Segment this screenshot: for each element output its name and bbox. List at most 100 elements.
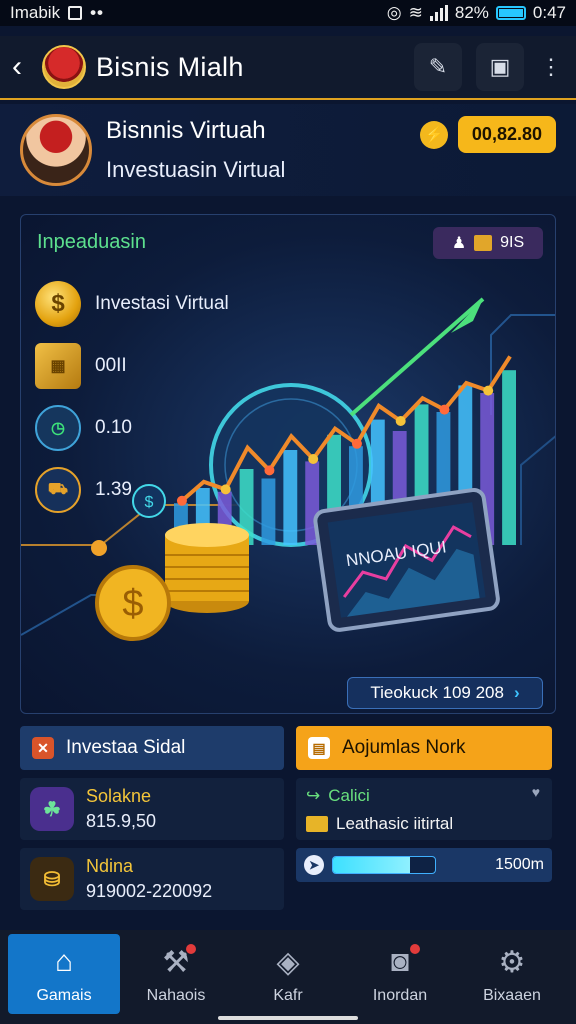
nav-item-camera[interactable]: ◙ Inordan xyxy=(344,934,456,1014)
nav-item-home[interactable]: ⌂ Gamais xyxy=(8,934,120,1014)
status-bar: Imabik •• ◎ ≋ 82% 0:47 xyxy=(0,0,576,26)
battery-percent: 82% xyxy=(454,3,489,22)
mail-icon xyxy=(306,816,328,832)
pin-button[interactable]: ✎ xyxy=(414,43,462,91)
list-item-label: 00II xyxy=(95,355,127,376)
more-notifications-icon: •• xyxy=(90,3,104,22)
wrench-icon: ↪ xyxy=(306,786,321,805)
nav-item-settings[interactable]: ⚙ Bixaaen xyxy=(456,934,568,1014)
list-item-label: 1.39 xyxy=(95,479,132,500)
stat-title: Ndina xyxy=(86,856,134,876)
avatar[interactable] xyxy=(20,114,92,186)
progress-bar xyxy=(332,856,436,874)
balance-badge[interactable]: 00,82.80 xyxy=(457,116,556,153)
chart-point xyxy=(264,465,275,476)
app-title: Bisnis Mialh xyxy=(96,51,244,82)
diamond-icon: ◈ xyxy=(276,945,300,979)
nav-label: Gamais xyxy=(36,987,92,1004)
nav-item-diamond[interactable]: ◈ Kafr xyxy=(232,934,344,1014)
list-item[interactable]: $ Investasi Virtual xyxy=(35,273,229,335)
list-item-label: Investasi Virtual xyxy=(95,293,229,314)
nav-label: Kafr xyxy=(273,987,303,1004)
bottom-navigation: ⌂ Gamais ⚒ Nahaois ◈ Kafr ◙ Inordan ⚙ Bi… xyxy=(0,930,576,1024)
goal-button[interactable]: Tieokuck 109 208 › xyxy=(347,677,543,709)
wifi-icon: ≋ xyxy=(408,3,423,22)
chart-point xyxy=(483,385,494,396)
home-icon: ⌂ xyxy=(54,945,74,978)
overflow-menu-button[interactable]: ⋮ xyxy=(538,43,564,91)
profile-title: Bisnnis Virtuah xyxy=(106,117,266,144)
nav-label: Nahaois xyxy=(146,987,206,1004)
clock-time: 0:47 xyxy=(532,3,566,22)
list-item[interactable]: ◷ 0.10 xyxy=(35,397,229,459)
nav-label: Inordan xyxy=(372,987,428,1004)
dollar-coin-icon: $ xyxy=(95,565,171,641)
list-item-label: 0.10 xyxy=(95,417,132,438)
chart-bar xyxy=(502,370,516,545)
investment-card: $ $ Inpeaduasin ♟ 9IS $ Investasi Virtua… xyxy=(20,214,556,714)
investment-list: $ Investasi Virtual ▦ 00II ◷ 0.10 ⛟ 1.39 xyxy=(35,273,229,521)
camera-button[interactable]: ▣ xyxy=(476,43,524,91)
progress-row: ➤ 1500m xyxy=(296,848,552,882)
list-item[interactable]: ⛟ 1.39 xyxy=(35,459,229,521)
coin-stack-icon xyxy=(165,523,249,613)
profile-subtitle: Investuasin Virtual xyxy=(106,157,286,182)
signal-icon xyxy=(429,5,448,21)
back-arrow-icon[interactable]: ‹ xyxy=(12,50,36,84)
chart-bar xyxy=(283,450,298,545)
stat-row-ndina[interactable]: ⛁ Ndina 919002-220092 xyxy=(20,848,284,910)
stat-title: Solakne xyxy=(86,786,152,806)
gold-coins-icon: ⛁ xyxy=(30,857,74,901)
rocket-icon: ➤ xyxy=(304,855,324,875)
notification-dot xyxy=(186,944,196,954)
card-badge[interactable]: ♟ 9IS xyxy=(433,227,543,259)
person-icon: ♟ xyxy=(451,235,467,252)
document-icon: ▤ xyxy=(308,737,330,759)
home-indicator[interactable] xyxy=(218,1016,358,1020)
pin-icon: ✎ xyxy=(428,54,448,79)
total-panel-header[interactable]: ▤ Aojumlas Nork xyxy=(296,726,552,770)
list-item[interactable]: ▦ 00II xyxy=(35,335,229,397)
panel-title: Investaa Sidal xyxy=(66,737,186,758)
gear-icon: ⚙ xyxy=(498,945,526,979)
alarm-icon: ◎ xyxy=(386,3,402,22)
chart-point xyxy=(351,438,362,449)
tablet-chart-icon xyxy=(313,487,500,632)
notification-icon xyxy=(68,6,83,20)
chevron-right-icon: › xyxy=(513,683,520,702)
chart-point xyxy=(308,454,319,464)
nav-item-hammer[interactable]: ⚒ Nahaois xyxy=(120,934,232,1014)
stat-value: 815.9,50 xyxy=(86,811,157,831)
chart-point xyxy=(439,404,450,415)
info-card[interactable]: ↪ Calici Leathasic iitirtal ♥ xyxy=(296,778,552,840)
app-bar: ‹ Bisnis Mialh ✎ ▣ ⋮ xyxy=(0,36,576,100)
investment-summary-header[interactable]: ✕ Investaa Sidal xyxy=(20,726,284,770)
progress-fill xyxy=(333,857,410,873)
investment-summary-panel: ✕ Investaa Sidal ☘ Solakne 815.9,50 ⛁ Nd… xyxy=(20,726,284,910)
nav-label: Bixaaen xyxy=(483,987,541,1004)
svg-text:$: $ xyxy=(122,583,143,625)
info-line-2: Leathasic iitirtal xyxy=(336,814,454,833)
stat-row-balance[interactable]: ☘ Solakne 815.9,50 xyxy=(20,778,284,840)
bolt-icon[interactable]: ⚡ xyxy=(419,120,448,149)
chart-bar xyxy=(261,478,276,545)
camera-icon: ▣ xyxy=(489,54,511,79)
clock-icon: ◷ xyxy=(35,405,81,451)
carrier-label: Imabik xyxy=(10,3,61,22)
card-badge-label: 9IS xyxy=(500,234,525,251)
profile-header: Bisnnis Virtuah Investuasin Virtual ⚡ 00… xyxy=(0,104,576,196)
crate-icon: ▦ xyxy=(35,343,81,389)
more-vertical-icon: ⋮ xyxy=(540,54,562,79)
notification-dot xyxy=(410,944,420,954)
info-line-1: Calici xyxy=(328,786,370,805)
box-icon xyxy=(474,235,493,251)
flag-icon: ✕ xyxy=(32,737,54,759)
goal-label: Tieokuck 109 208 xyxy=(370,683,504,702)
money-tree-icon: ☘ xyxy=(30,787,74,831)
progress-value: 1500m xyxy=(495,856,544,873)
panel-title: Aojumlas Nork xyxy=(342,737,466,758)
chart-point xyxy=(395,416,406,426)
app-logo xyxy=(42,45,86,89)
stat-value: 919002-220092 xyxy=(86,881,213,901)
heart-icon[interactable]: ♥ xyxy=(532,784,540,800)
